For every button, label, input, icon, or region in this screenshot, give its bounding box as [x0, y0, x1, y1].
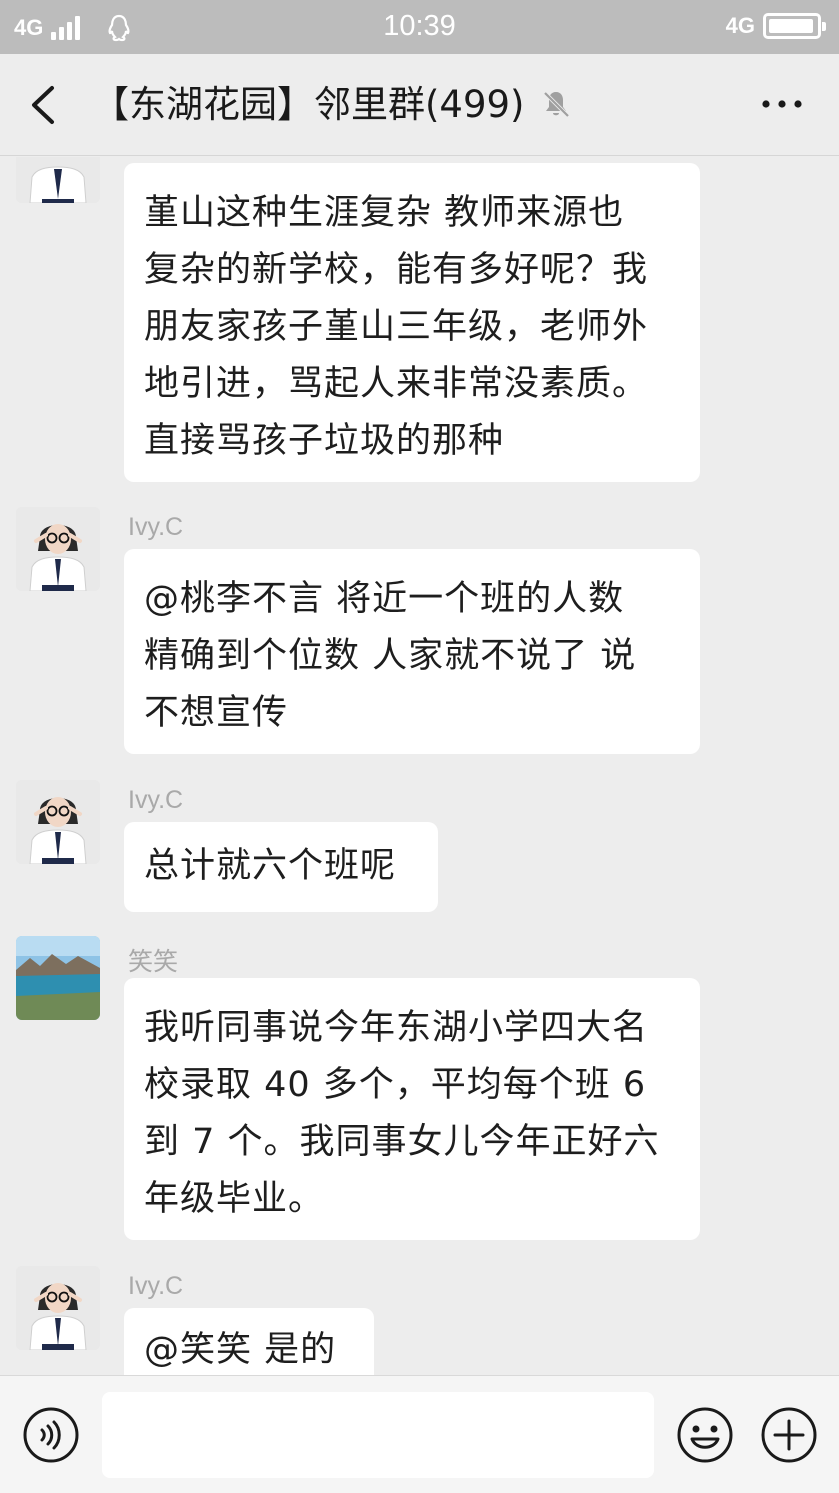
voice-input-icon[interactable] [22, 1406, 80, 1464]
message-line: 地引进，骂起人来非常没素质。 [144, 364, 649, 404]
message-line: @桃李不言 将近一个班的人数 [144, 579, 625, 619]
message-line: 复杂的新学校，能有多好呢？我 [144, 250, 649, 290]
message-line: @笑笑 是的 [144, 1330, 337, 1370]
status-bar: 4G 10:39 4G [0, 0, 839, 54]
message-bubble[interactable]: 我听同事说今年东湖小学四大名 校录取 40 多个，平均每个班 6 到 7 个。我… [124, 978, 700, 1240]
network-type-right: 4G [725, 13, 755, 38]
avatar[interactable] [16, 157, 100, 203]
status-right: 4G [725, 10, 826, 42]
avatar[interactable] [16, 780, 100, 864]
message-line: 我听同事说今年东湖小学四大名 [144, 1008, 649, 1048]
message-line: 不想宣传 [144, 693, 289, 733]
message-line: 年级毕业。 [144, 1179, 325, 1219]
chat-header: 【东湖花园】邻里群(499) [0, 54, 839, 156]
avatar[interactable] [16, 507, 100, 591]
message-bubble[interactable]: @桃李不言 将近一个班的人数 精确到个位数 人家就不说了 说 不想宣传 [124, 549, 700, 754]
clock: 10:39 [383, 10, 456, 42]
message-line: 精确到个位数 人家就不说了 说 [144, 636, 637, 676]
message-line: 朋友家孩子堇山三年级，老师外 [144, 307, 649, 347]
battery-level [769, 19, 813, 33]
message-line: 直接骂孩子垃圾的那种 [144, 421, 505, 461]
avatar[interactable] [16, 936, 100, 1020]
lake-landscape-image [16, 936, 100, 1020]
message-line: 到 7 个。我同事女儿今年正好六 [144, 1122, 660, 1162]
more-options-icon[interactable] [757, 84, 807, 124]
message-input[interactable] [102, 1392, 654, 1478]
message-bubble[interactable]: 堇山这种生涯复杂 教师来源也 复杂的新学校，能有多好呢？我 朋友家孩子堇山三年级… [124, 163, 700, 482]
back-arrow-icon[interactable] [22, 82, 66, 128]
message-line: 堇山这种生涯复杂 教师来源也 [144, 193, 625, 233]
sender-name[interactable]: 笑笑 [128, 942, 178, 978]
muted-bell-icon [543, 91, 570, 118]
battery-icon [763, 13, 826, 39]
message-line: 总计就六个班呢 [144, 846, 397, 886]
plus-icon[interactable] [760, 1406, 818, 1464]
message-bubble[interactable]: 总计就六个班呢 [124, 822, 438, 912]
girl-avatar-image [16, 1266, 100, 1350]
sender-name[interactable]: Ivy.C [128, 1272, 183, 1301]
input-bar [0, 1375, 839, 1493]
message-bubble[interactable]: @笑笑 是的 [124, 1308, 374, 1375]
sender-name[interactable]: Ivy.C [128, 786, 183, 815]
girl-avatar-image [16, 507, 100, 591]
emoji-icon[interactable] [676, 1406, 734, 1464]
message-line: 校录取 40 多个，平均每个班 6 [144, 1065, 647, 1105]
sender-name[interactable]: Ivy.C [128, 513, 183, 542]
avatar[interactable] [16, 1266, 100, 1350]
message-list[interactable]: 堇山这种生涯复杂 教师来源也 复杂的新学校，能有多好呢？我 朋友家孩子堇山三年级… [0, 157, 839, 1375]
girl-avatar-image [16, 157, 100, 203]
girl-avatar-image [16, 780, 100, 864]
chat-title: 【东湖花园】邻里群(499) [92, 83, 525, 126]
